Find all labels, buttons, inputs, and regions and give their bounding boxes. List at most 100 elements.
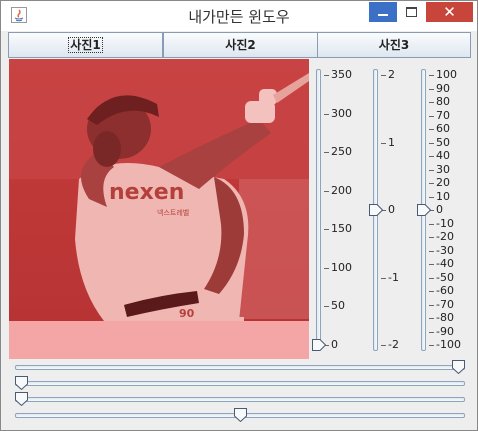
tab-photo-1[interactable]: 사진1: [8, 32, 163, 58]
slider-tick-label: 150: [331, 222, 352, 235]
slider-tick: [429, 224, 434, 225]
slider-tick: [429, 305, 434, 306]
slider-tick-label: 0: [388, 203, 395, 216]
slider-tick-label: -60: [436, 284, 454, 297]
slider-tick-label: 80: [436, 95, 450, 108]
horizontal-slider-1[interactable]: [8, 360, 472, 375]
slider-tick: [381, 278, 386, 279]
slider-tick: [429, 345, 434, 346]
horizontal-slider-4[interactable]: [8, 408, 472, 423]
slider-thumb[interactable]: [452, 360, 465, 375]
slider-tick: [429, 75, 434, 76]
slider-tick-label: -90: [436, 325, 454, 338]
maximize-button[interactable]: [397, 2, 425, 22]
slider-tick-label: 0: [436, 203, 443, 216]
zoom-slider[interactable]: 350 300 250 200 150 100 50 0: [310, 61, 360, 361]
tab-photo-2[interactable]: 사진2: [163, 32, 318, 58]
slider-tick: [429, 170, 434, 171]
tab-label: 사진3: [378, 38, 410, 52]
jersey-text: nexen: [109, 180, 184, 205]
app-window: 내가만든 윈도우 ✕ 사진1 사진2 사진3 nexen 넥스트레벨 90 35…: [0, 0, 478, 431]
slider-tick-label: -40: [436, 257, 454, 270]
slider-tick: [324, 114, 329, 115]
slider-tick: [429, 183, 434, 184]
slider-tick-label: -1: [388, 271, 399, 284]
slider-track: [15, 381, 465, 386]
slider-tick-label: 90: [436, 82, 450, 95]
slider-thumb[interactable]: [15, 392, 28, 407]
offset-slider[interactable]: 2 1 0 -1 -2: [368, 61, 412, 361]
slider-tick: [429, 332, 434, 333]
slider-tick: [429, 143, 434, 144]
close-icon: ✕: [443, 3, 456, 21]
slider-tick-label: 300: [331, 107, 352, 120]
batter-image: nexen 넥스트레벨 90: [9, 59, 309, 359]
slider-tick: [429, 197, 434, 198]
slider-tick-label: -100: [436, 338, 461, 351]
slider-tick: [429, 291, 434, 292]
slider-tick: [429, 251, 434, 252]
slider-tick-label: -20: [436, 230, 454, 243]
tab-label: 사진2: [225, 38, 256, 52]
slider-thumb[interactable]: [15, 376, 28, 391]
slider-tick: [429, 237, 434, 238]
slider-tick: [429, 116, 434, 117]
slider-tick-label: 40: [436, 149, 450, 162]
title-bar[interactable]: 내가만든 윈도우 ✕: [1, 1, 477, 31]
slider-tick-label: -30: [436, 244, 454, 257]
slider-tick: [429, 318, 434, 319]
slider-tick-label: 200: [331, 184, 352, 197]
slider-tick-label: 0: [331, 338, 338, 351]
slider-tick: [324, 75, 329, 76]
slider-tick-label: 30: [436, 163, 450, 176]
slider-tick-label: 10: [436, 190, 450, 203]
slider-thumb[interactable]: [369, 204, 384, 216]
slider-tick-label: -2: [388, 338, 399, 351]
minimize-button[interactable]: [369, 2, 397, 22]
slider-tick-label: 2: [388, 68, 395, 81]
slider-tick-label: 250: [331, 145, 352, 158]
photo-display: nexen 넥스트레벨 90: [9, 59, 309, 359]
slider-tick: [324, 191, 329, 192]
slider-tick: [381, 143, 386, 144]
slider-thumb[interactable]: [417, 204, 432, 216]
tab-photo-3[interactable]: 사진3: [317, 32, 471, 58]
tab-bar: 사진1 사진2 사진3: [8, 32, 472, 59]
slider-tick-label: 100: [331, 261, 352, 274]
slider-track: [15, 397, 465, 402]
slider-tick-label: 100: [436, 68, 457, 81]
jersey-subtext: 넥스트레벨: [157, 208, 189, 217]
slider-tick: [429, 278, 434, 279]
slider-tick: [429, 102, 434, 103]
slider-tick: [429, 129, 434, 130]
slider-tick-label: 60: [436, 122, 450, 135]
slider-tick-label: 20: [436, 176, 450, 189]
slider-thumb[interactable]: [312, 339, 327, 351]
slider-tick: [429, 89, 434, 90]
slider-track: [15, 365, 465, 370]
slider-tick-label: 70: [436, 109, 450, 122]
percent-slider[interactable]: 100 90 80 70 60 50 40 30 20 10 0 -10 -20 -30 -40 -50 -60…: [415, 61, 475, 361]
tab-label: 사진1: [68, 37, 103, 53]
slider-tick-label: 1: [388, 136, 395, 149]
slider-tick: [324, 268, 329, 269]
horizontal-slider-2[interactable]: [8, 376, 472, 391]
slider-tick: [324, 306, 329, 307]
slider-tick-label: -80: [436, 311, 454, 324]
slider-tick: [381, 75, 386, 76]
horizontal-slider-3[interactable]: [8, 392, 472, 407]
slider-tick: [324, 229, 329, 230]
slider-tick: [429, 264, 434, 265]
slider-tick: [381, 345, 386, 346]
slider-tick: [324, 152, 329, 153]
close-button[interactable]: ✕: [426, 2, 473, 22]
slider-tick-label: 50: [331, 299, 345, 312]
slider-tick-label: -10: [436, 217, 454, 230]
slider-tick-label: 350: [331, 68, 352, 81]
slider-thumb[interactable]: [234, 408, 247, 423]
slider-tick: [429, 156, 434, 157]
slider-tick-label: -70: [436, 298, 454, 311]
slider-track: [316, 69, 321, 351]
slider-tick-label: -50: [436, 271, 454, 284]
slider-tick-label: 50: [436, 136, 450, 149]
